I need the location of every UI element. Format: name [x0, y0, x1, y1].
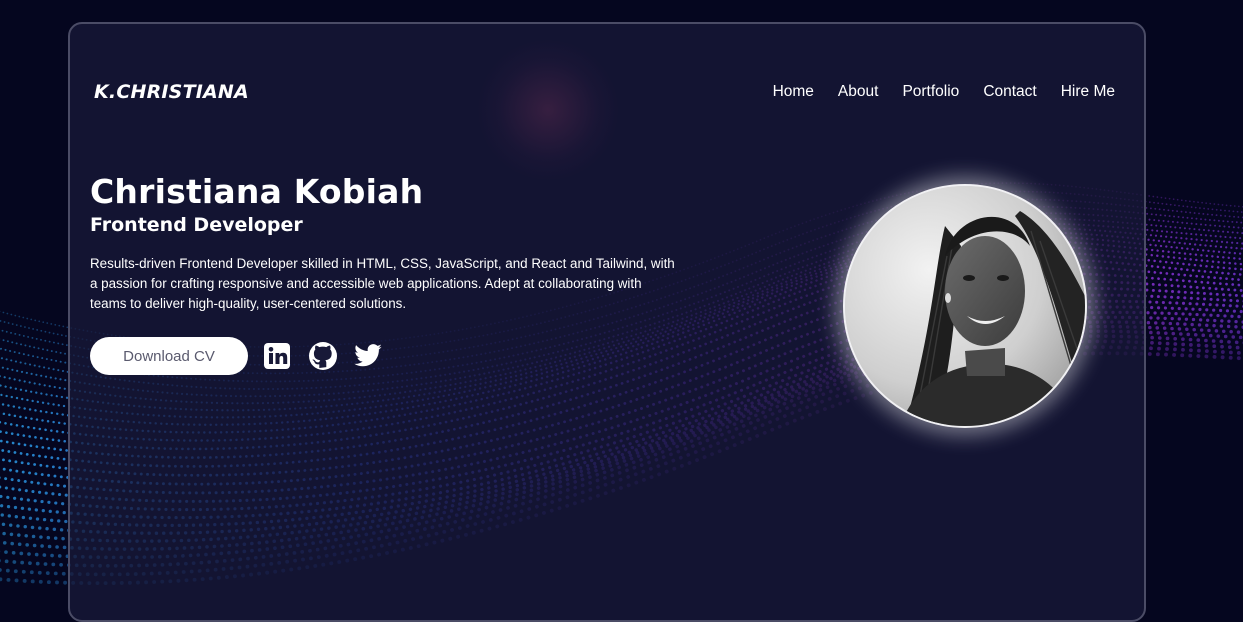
background-glow: [478, 40, 618, 180]
twitter-icon[interactable]: [353, 341, 383, 371]
site-logo[interactable]: K.CHRISTIANA: [94, 81, 249, 103]
nav-portfolio-link[interactable]: Portfolio: [902, 83, 959, 101]
nav-contact-link[interactable]: Contact: [983, 83, 1036, 101]
nav-about-link[interactable]: About: [838, 83, 879, 101]
profile-photo: [843, 184, 1087, 428]
main-nav: Home About Portfolio Contact Hire Me: [773, 83, 1115, 101]
github-icon[interactable]: [308, 341, 338, 371]
hero-description: Results-driven Frontend Developer skille…: [90, 256, 675, 311]
download-cv-button[interactable]: Download CV: [90, 337, 248, 375]
nav-home-link[interactable]: Home: [773, 83, 814, 101]
nav-hire-me-link[interactable]: Hire Me: [1061, 83, 1115, 101]
hero-name: Christiana Kobiah: [90, 172, 424, 211]
hero-role: Frontend Developer: [90, 214, 303, 236]
linkedin-icon[interactable]: [262, 341, 292, 371]
